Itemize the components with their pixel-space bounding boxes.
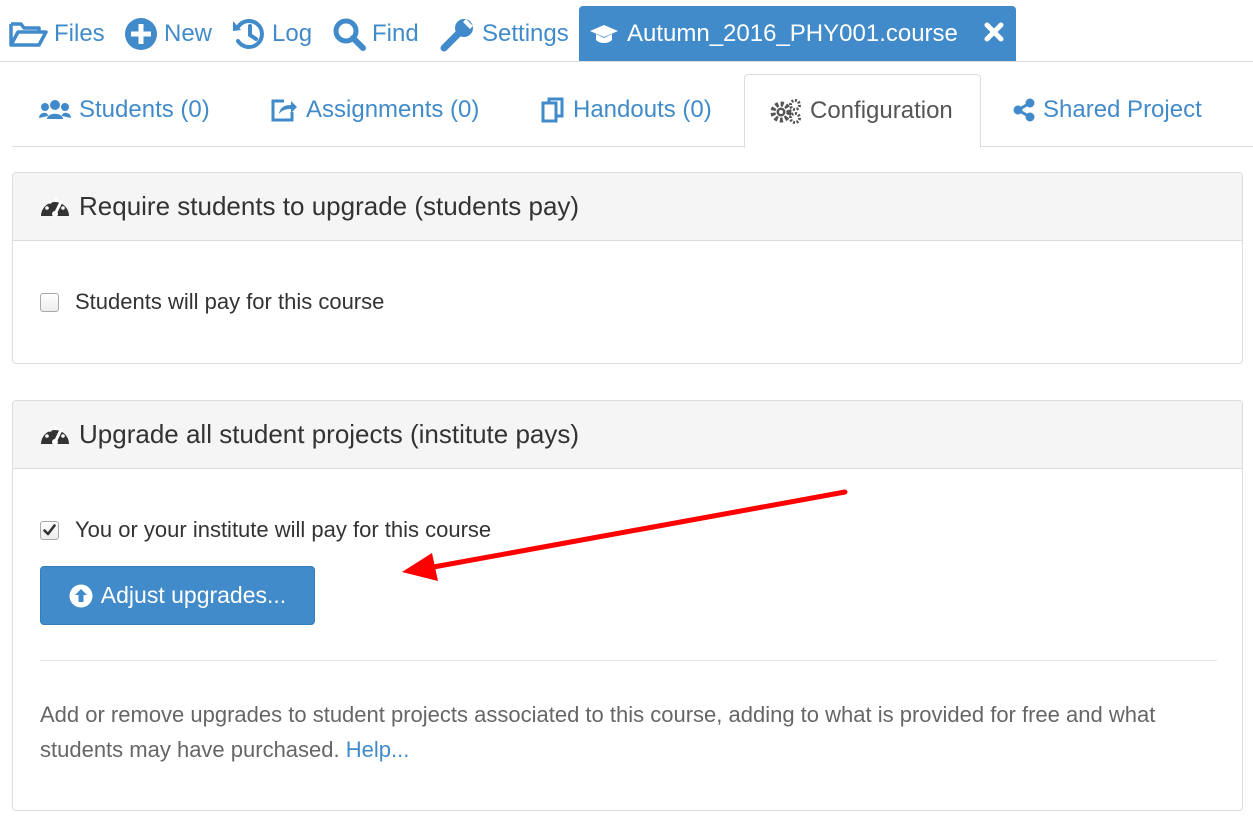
search-icon: [333, 18, 366, 51]
institute-pays-panel: Upgrade all student projects (institute …: [12, 400, 1243, 811]
tab-handouts-label: Handouts (0): [573, 96, 712, 123]
close-icon: [984, 22, 1004, 42]
course-nav-tabs: Students (0) Assignments (0) Handouts (0…: [12, 74, 1253, 148]
top-toolbar: Files New Log Find Settings Autumn_2016_…: [0, 0, 1253, 62]
log-label: Log: [272, 20, 313, 47]
users-icon: [39, 100, 71, 119]
panel-title: Upgrade all student projects (institute …: [79, 419, 580, 449]
tab-students[interactable]: Students (0): [39, 74, 210, 146]
tab-assignments[interactable]: Assignments (0): [270, 74, 479, 146]
students-pay-panel: Require students to upgrade (students pa…: [12, 172, 1243, 364]
cogs-icon: [770, 99, 801, 124]
share-alt-icon: [1013, 98, 1035, 122]
students-pay-option: Students will pay for this course: [40, 289, 384, 315]
wrench-icon: [440, 19, 473, 52]
tab-configuration-label: Configuration: [810, 97, 953, 124]
arrow-circle-up-icon: [69, 584, 93, 607]
students-pay-checkbox[interactable]: [40, 292, 59, 312]
institute-pays-label: You or your institute will pay for this …: [75, 517, 492, 542]
panel-title: Require students to upgrade (students pa…: [79, 191, 580, 221]
copy-icon: [541, 97, 564, 123]
tab-shared-project[interactable]: Shared Project: [1013, 74, 1202, 146]
new-label: New: [164, 20, 213, 47]
panel-heading: Require students to upgrade (students pa…: [13, 173, 1242, 241]
divider: [40, 660, 1217, 661]
share-square-icon: [271, 99, 297, 122]
adjust-upgrades-label: Adjust upgrades...: [100, 582, 287, 608]
find-label: Find: [372, 20, 419, 47]
files-button[interactable]: Files: [8, 14, 105, 54]
dashboard-icon: [41, 197, 69, 217]
help-description: Add or remove upgrades to student projec…: [40, 702, 1156, 762]
plus-circle-icon: [125, 18, 157, 50]
close-course-tab-button[interactable]: [980, 18, 1008, 46]
new-button[interactable]: New: [124, 14, 212, 54]
settings-label: Settings: [482, 20, 569, 47]
folder-open-icon: [9, 22, 48, 47]
institute-pays-checkbox[interactable]: [40, 520, 59, 540]
institute-pays-option: You or your institute will pay for this …: [40, 517, 491, 543]
checkmark-icon: [43, 524, 56, 536]
course-tab[interactable]: Autumn_2016_PHY001.course: [579, 6, 1016, 61]
panel-heading: Upgrade all student projects (institute …: [13, 401, 1242, 469]
log-button[interactable]: Log: [232, 14, 312, 54]
tab-handouts[interactable]: Handouts (0): [541, 74, 712, 146]
students-pay-label: Students will pay for this course: [75, 289, 385, 314]
find-button[interactable]: Find: [332, 14, 419, 54]
tab-students-label: Students (0): [79, 96, 210, 123]
upgrade-help-text: Add or remove upgrades to student projec…: [40, 697, 1220, 767]
tab-shared-project-label: Shared Project: [1043, 96, 1202, 123]
tab-assignments-label: Assignments (0): [306, 96, 480, 123]
help-link[interactable]: Help...: [346, 737, 410, 762]
dashboard-icon: [41, 425, 69, 445]
settings-button[interactable]: Settings: [440, 14, 569, 54]
files-label: Files: [54, 20, 105, 47]
graduation-cap-icon: [590, 24, 618, 43]
tab-configuration[interactable]: Configuration: [744, 74, 981, 148]
adjust-upgrades-button[interactable]: Adjust upgrades...: [40, 566, 315, 625]
course-tab-label: Autumn_2016_PHY001.course: [627, 19, 958, 47]
history-icon: [233, 19, 264, 49]
